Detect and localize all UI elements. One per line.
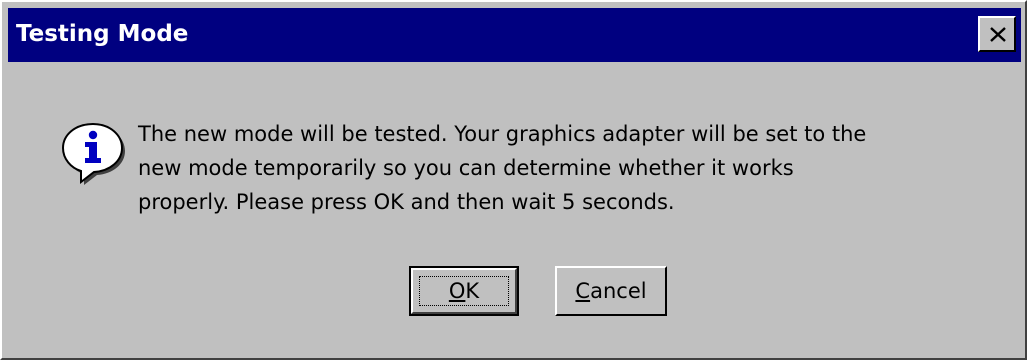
close-icon	[990, 27, 1006, 42]
cancel-button-label: Cancel	[557, 279, 665, 303]
cancel-mnemonic: C	[575, 279, 591, 303]
message-line: new mode temporarily so you can determin…	[138, 156, 794, 180]
message-text: The new mode will be tested. Your graphi…	[138, 117, 998, 219]
title-bar: Testing Mode	[8, 8, 1021, 62]
cancel-button[interactable]: Cancel	[555, 266, 667, 316]
cancel-label-rest: ancel	[590, 279, 647, 303]
message-line: The new mode will be tested. Your graphi…	[138, 122, 867, 146]
close-button[interactable]	[978, 16, 1016, 52]
ok-mnemonic: O	[448, 279, 466, 303]
window-title: Testing Mode	[16, 21, 189, 47]
testing-mode-dialog: Testing Mode The new mode will be tested…	[0, 0, 1027, 360]
ok-label-rest: K	[465, 279, 480, 303]
ok-button[interactable]: OK	[409, 266, 519, 316]
info-icon	[61, 122, 125, 185]
ok-button-label: OK	[411, 279, 517, 303]
message-line: properly. Please press OK and then wait …	[138, 190, 675, 214]
